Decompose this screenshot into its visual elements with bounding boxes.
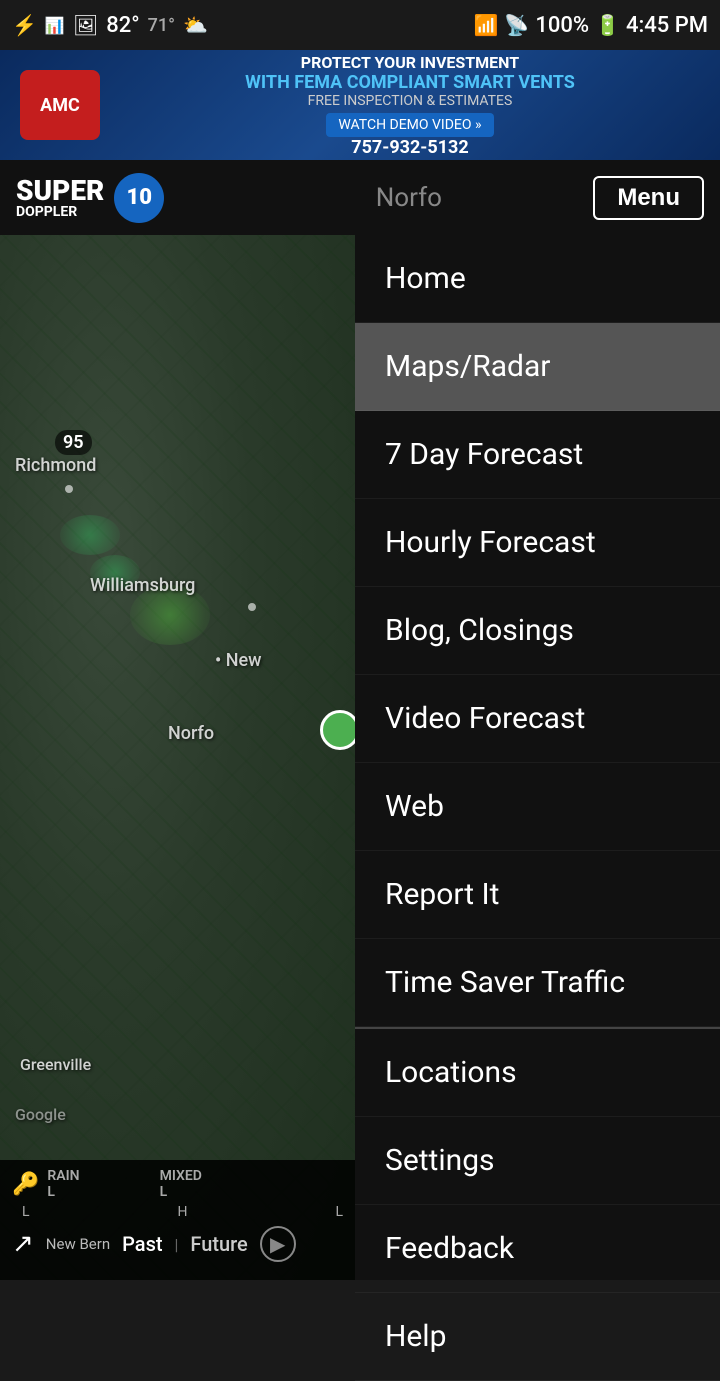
menu-item-hourly-forecast[interactable]: Hourly Forecast bbox=[355, 499, 720, 587]
temperature-low: 71° bbox=[148, 15, 175, 36]
temperature-high: 82° bbox=[106, 13, 139, 38]
map-area[interactable]: Richmond Williamsburg • New Norfo Greenv… bbox=[0, 235, 365, 1280]
legend-labels: RAIN L MIXED L bbox=[47, 1168, 201, 1200]
menu-item-7-day-forecast[interactable]: 7 Day Forecast bbox=[355, 411, 720, 499]
map-label-google: Google bbox=[15, 1105, 66, 1124]
ad-line2: WITH FEMA COMPLIANT SMART VENTS bbox=[245, 72, 575, 93]
logo-doppler: DOPPLER bbox=[16, 205, 104, 219]
menu-item-locations[interactable]: Locations bbox=[355, 1029, 720, 1117]
battery-icon: 🔋 bbox=[595, 13, 620, 37]
map-dot-richmond bbox=[65, 485, 73, 493]
lh-spacer: L H L bbox=[12, 1204, 353, 1220]
ad-line1: PROTECT YOUR INVESTMENT bbox=[245, 53, 575, 72]
map-label-greenville: Greenville bbox=[20, 1055, 91, 1074]
mixed-label: MIXED L bbox=[160, 1168, 202, 1200]
menu-item-settings[interactable]: Settings bbox=[355, 1117, 720, 1205]
image-icon: 🖼 bbox=[73, 13, 98, 37]
future-button[interactable]: Future bbox=[190, 1232, 247, 1256]
wifi-icon: 📶 bbox=[474, 13, 499, 37]
map-label-richmond: Richmond bbox=[15, 455, 96, 476]
rain-label: RAIN L bbox=[47, 1168, 79, 1200]
nav-location-label: New Bern bbox=[46, 1235, 110, 1253]
signal-icon: 📡 bbox=[504, 13, 529, 37]
ad-logo: AMC bbox=[20, 70, 100, 140]
bottom-bar: 🔑 RAIN L MIXED L L H L ↗ New Bern Past bbox=[0, 1160, 365, 1280]
legend-row: 🔑 RAIN L MIXED L bbox=[12, 1168, 353, 1200]
menu-button[interactable]: Menu bbox=[593, 176, 704, 220]
menu-item-home[interactable]: Home bbox=[355, 235, 720, 323]
menu-overlay: HomeMaps/Radar7 Day ForecastHourly Forec… bbox=[355, 235, 720, 1280]
nav-row: ↗ New Bern Past | Future ▶ bbox=[12, 1226, 353, 1262]
menu-item-report-it[interactable]: Report It bbox=[355, 851, 720, 939]
share-icon[interactable]: ↗ bbox=[12, 1229, 34, 1259]
menu-item-web[interactable]: Web bbox=[355, 763, 720, 851]
menu-item-help[interactable]: Help bbox=[355, 1293, 720, 1381]
battery-percent: 100% bbox=[535, 13, 589, 38]
battery-usage-icon: 📊 bbox=[45, 16, 65, 35]
play-button[interactable]: ▶ bbox=[260, 1226, 296, 1262]
logo-10: 10 bbox=[114, 173, 164, 223]
low-indicator2: L bbox=[335, 1204, 343, 1220]
app-logo: SUPER DOPPLER 10 bbox=[16, 173, 164, 223]
map-label-newport: • New bbox=[215, 650, 262, 671]
temperature-badge: 95 bbox=[55, 430, 92, 455]
menu-item-blog-closings[interactable]: Blog, Closings bbox=[355, 587, 720, 675]
temp-value: 95 bbox=[63, 432, 84, 453]
header-city: Norfo bbox=[164, 183, 593, 213]
map-background: Richmond Williamsburg • New Norfo Greenv… bbox=[0, 235, 365, 1280]
ad-phone: 757-932-5132 bbox=[245, 137, 575, 158]
logo-super: SUPER bbox=[16, 177, 104, 205]
rain-patch-1 bbox=[60, 515, 120, 555]
menu-item-maps-radar[interactable]: Maps/Radar bbox=[355, 323, 720, 411]
clock: 4:45 PM bbox=[626, 13, 708, 38]
nav-separator: | bbox=[175, 1235, 179, 1254]
weather-icon: ⛅ bbox=[183, 13, 208, 37]
low-indicator: L bbox=[22, 1204, 30, 1220]
key-icon: 🔑 bbox=[12, 1172, 39, 1197]
ad-text: PROTECT YOUR INVESTMENT WITH FEMA COMPLI… bbox=[245, 53, 575, 158]
map-label-williamsburg: Williamsburg bbox=[90, 575, 195, 596]
map-label-norfolk: Norfo bbox=[168, 723, 214, 744]
usb-icon: ⚡ bbox=[12, 13, 37, 37]
ad-line3: FREE INSPECTION & ESTIMATES bbox=[245, 93, 575, 109]
status-bar: ⚡ 📊 🖼 82° 71° ⛅ 📶 📡 100% 🔋 4:45 PM bbox=[0, 0, 720, 50]
norfolk-pin bbox=[320, 710, 360, 750]
high-indicator: H bbox=[178, 1204, 188, 1220]
past-button[interactable]: Past bbox=[122, 1232, 162, 1256]
app-header: SUPER DOPPLER 10 Norfo Menu bbox=[0, 160, 720, 235]
menu-item-time-saver-traffic[interactable]: Time Saver Traffic bbox=[355, 939, 720, 1027]
ad-cta[interactable]: WATCH DEMO VIDEO » bbox=[326, 113, 493, 137]
ad-banner[interactable]: AMC PROTECT YOUR INVESTMENT WITH FEMA CO… bbox=[0, 50, 720, 160]
map-dot-williamsburg bbox=[248, 603, 256, 611]
menu-item-video-forecast[interactable]: Video Forecast bbox=[355, 675, 720, 763]
